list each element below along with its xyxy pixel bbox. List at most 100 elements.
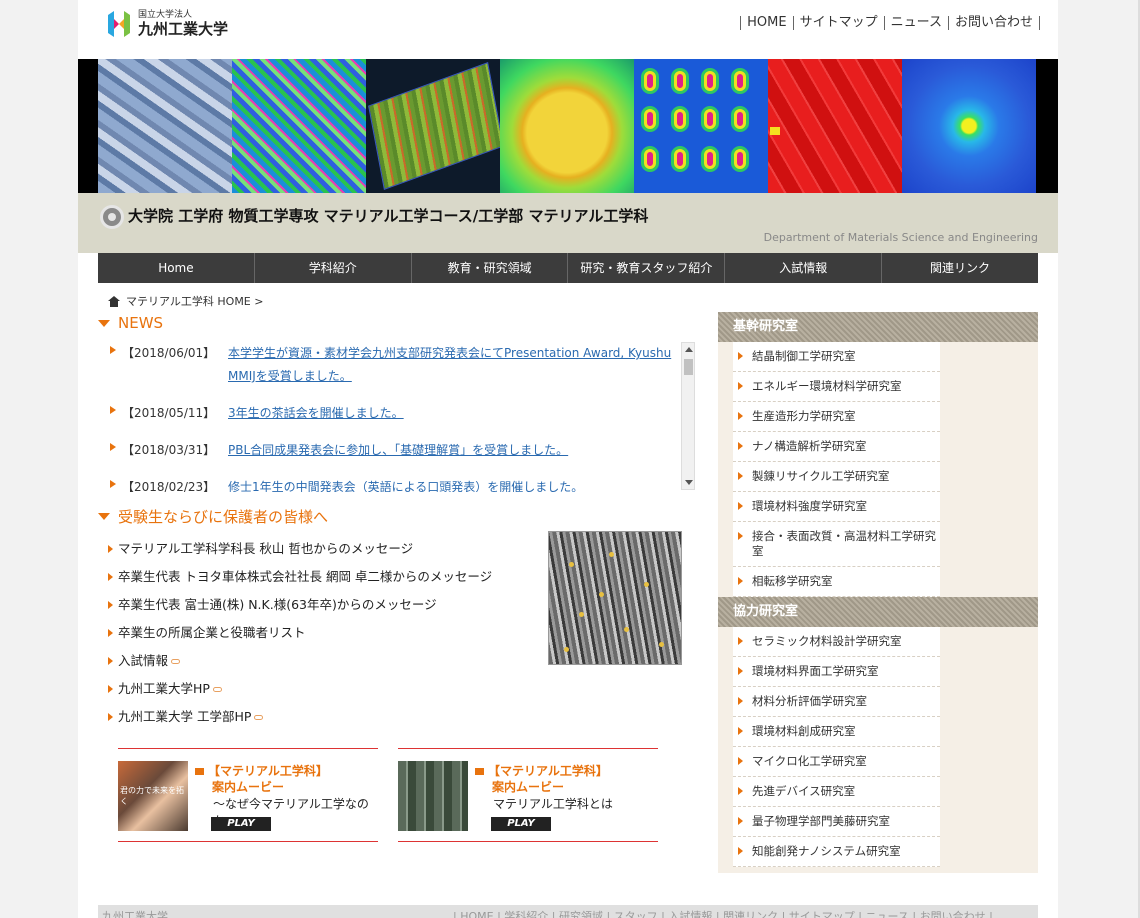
video-thumbnail[interactable] [398, 761, 468, 831]
page: 国立大学法人 九州工業大学 HOME サイトマップ ニュース お問い合わせ 大学… [78, 0, 1058, 918]
news-heading: NEWS [98, 314, 163, 332]
sidebar-lab-item[interactable]: 接合・表面改質・高温材料工学研究室 [733, 522, 940, 567]
video-title: 【マテリアル工学科】 案内ムービー [475, 763, 608, 795]
list-item-label[interactable]: 入試情報 [118, 653, 168, 668]
top-link-sitemap[interactable]: サイトマップ [792, 16, 884, 30]
bullet-arrow-icon [108, 713, 113, 721]
bullet-arrow-icon [738, 577, 743, 585]
news-item: 【2018/02/23】 修士1年生の中間発表会（英語による口頭発表）を開催しま… [108, 476, 698, 492]
video-card[interactable]: 君の力で未来を拓く 【マテリアル工学科】 案内ムービー ～なぜ今マテリアル工学な… [118, 748, 378, 842]
sidebar-lab-item[interactable]: ナノ構造解析学研究室 [733, 432, 940, 462]
bullet-arrow-icon [738, 412, 743, 420]
sidebar-heading-core: 基幹研究室 [718, 312, 1038, 342]
footer-links[interactable]: | HOME | 学科紹介 | 研究領域 | スタッフ | 入試情報 | 関連リ… [453, 908, 993, 918]
news-link[interactable]: 本学学生が資源・素材学会九州支部研究発表会にてPresentation Awar… [228, 342, 698, 388]
page-title: 大学院 工学府 物質工学専攻 マテリアル工学コース/工学部 マテリアル工学科 [128, 207, 649, 225]
banner-image-slab [366, 59, 500, 193]
triangle-down-icon [98, 513, 110, 520]
external-link-icon [171, 659, 181, 664]
list-item-label[interactable]: 卒業生代表 トヨタ車体株式会社社長 網岡 卓二様からのメッセージ [118, 569, 492, 584]
bullet-arrow-icon [738, 442, 743, 450]
external-link-icon [254, 715, 264, 720]
scroll-up-icon[interactable] [685, 347, 693, 352]
bullet-arrow-icon [108, 629, 113, 637]
banner-image-pattern [634, 59, 768, 193]
bullet-arrow-icon [110, 346, 116, 354]
list-item[interactable]: 入試情報 [108, 650, 492, 678]
nav-home[interactable]: Home [98, 253, 254, 283]
sidebar-lab-item[interactable]: 先進デバイス研究室 [733, 777, 940, 807]
banner-image-disc [500, 59, 634, 193]
news-item: 【2018/06/01】 本学学生が資源・素材学会九州支部研究発表会にてPres… [108, 342, 698, 388]
video-thumbnail[interactable]: 君の力で未来を拓く [118, 761, 188, 831]
play-button[interactable]: PLAY [491, 817, 551, 831]
list-item[interactable]: 九州工業大学 工学部HP [108, 706, 492, 734]
bullet-arrow-icon [738, 817, 743, 825]
scroll-thumb[interactable] [684, 359, 693, 375]
list-item-label[interactable]: 卒業生代表 富士通(株) N.K.様(63年卒)からのメッセージ [118, 597, 437, 612]
sidebar-lab-item[interactable]: 生産造形力学研究室 [733, 402, 940, 432]
news-link[interactable]: 修士1年生の中間発表会（英語による口頭発表）を開催しました。 [228, 476, 698, 492]
sidebar-lab-item[interactable]: 環境材料強度学研究室 [733, 492, 940, 522]
sidebar-lab-item[interactable]: 環境材料界面工学研究室 [733, 657, 940, 687]
banner-image-grains-red [768, 59, 902, 193]
top-link-news[interactable]: ニュース [883, 16, 948, 30]
video-card[interactable]: 【マテリアル工学科】 案内ムービー マテリアル工学科とは PLAY [398, 748, 658, 842]
top-link-home[interactable]: HOME [740, 16, 792, 30]
list-item[interactable]: 卒業生の所属企業と役職者リスト [108, 622, 492, 650]
list-item[interactable]: マテリアル工学科学科長 秋山 哲也からのメッセージ [108, 538, 492, 566]
sidebar-lab-item[interactable]: 量子物理学部門美藤研究室 [733, 807, 940, 837]
candidates-list: マテリアル工学科学科長 秋山 哲也からのメッセージ 卒業生代表 トヨタ車体株式会… [108, 538, 492, 734]
news-link[interactable]: 3年生の茶話会を開催しました。 [228, 402, 698, 425]
news-scrollbar[interactable] [681, 342, 695, 490]
sidebar-lab-item[interactable]: 環境材料創成研究室 [733, 717, 940, 747]
core-lab-list: 結晶制御工学研究室 エネルギー環境材料学研究室 生産造形力学研究室 ナノ構造解析… [718, 342, 1038, 597]
bullet-arrow-icon [738, 532, 743, 540]
sidebar: 基幹研究室 結晶制御工学研究室 エネルギー環境材料学研究室 生産造形力学研究室 … [718, 312, 1038, 873]
nav-education-research[interactable]: 教育・研究領域 [410, 253, 568, 283]
home-icon [108, 295, 120, 307]
list-item-label[interactable]: マテリアル工学科学科長 秋山 哲也からのメッセージ [118, 541, 413, 556]
university-logo[interactable]: 国立大学法人 九州工業大学 [108, 10, 228, 38]
breadcrumb-text[interactable]: マテリアル工学科 HOME > [126, 293, 263, 309]
nav-staff[interactable]: 研究・教育スタッフ紹介 [567, 253, 724, 283]
news-list[interactable]: 【2018/06/01】 本学学生が資源・素材学会九州支部研究発表会にてPres… [108, 342, 698, 492]
sidebar-lab-item[interactable]: 製錬リサイクル工学研究室 [733, 462, 940, 492]
nav-department[interactable]: 学科紹介 [253, 253, 411, 283]
bullet-arrow-icon [738, 382, 743, 390]
nav-admissions[interactable]: 入試情報 [724, 253, 881, 283]
sidebar-lab-item[interactable]: 知能創発ナノシステム研究室 [733, 837, 940, 867]
list-item[interactable]: 卒業生代表 富士通(株) N.K.様(63年卒)からのメッセージ [108, 594, 492, 622]
scroll-down-icon[interactable] [685, 480, 693, 485]
breadcrumb: マテリアル工学科 HOME > [108, 293, 263, 309]
main-nav: Home 学科紹介 教育・研究領域 研究・教育スタッフ紹介 入試情報 関連リンク [98, 253, 1038, 283]
news-link[interactable]: PBL合同成果発表会に参加し、「基礎理解賞」を受賞しました。 [228, 439, 698, 462]
list-item[interactable]: 九州工業大学HP [108, 678, 492, 706]
logo-mark-icon [108, 11, 130, 37]
gear-emblem-icon [100, 205, 124, 229]
top-link-contact[interactable]: お問い合わせ [947, 16, 1040, 30]
list-item-label[interactable]: 卒業生の所属企業と役職者リスト [118, 625, 306, 640]
news-item: 【2018/05/11】 3年生の茶話会を開催しました。 [108, 402, 698, 425]
banner-image-diffraction [902, 59, 1036, 193]
department-title-bar: 大学院 工学府 物質工学専攻 マテリアル工学コース/工学部 マテリアル工学科 D… [78, 193, 1058, 253]
video-subtitle: マテリアル工学科とは [493, 797, 613, 811]
nav-links[interactable]: 関連リンク [881, 253, 1038, 283]
candidates-heading-text: 受験生ならびに保護者の皆様へ [118, 508, 329, 526]
play-button[interactable]: PLAY [211, 817, 271, 831]
list-item-label[interactable]: 九州工業大学HP [118, 681, 210, 696]
sidebar-lab-item[interactable]: セラミック材料設計学研究室 [733, 627, 940, 657]
sidebar-heading-coop: 協力研究室 [718, 597, 1038, 627]
list-item[interactable]: 卒業生代表 トヨタ車体株式会社社長 網岡 卓二様からのメッセージ [108, 566, 492, 594]
thumbnail-caption: 君の力で未来を拓く [120, 786, 184, 806]
sidebar-lab-item[interactable]: 材料分析評価学研究室 [733, 687, 940, 717]
logo-line2: 九州工業大学 [138, 20, 229, 38]
sidebar-lab-item[interactable]: マイクロ化工学研究室 [733, 747, 940, 777]
sidebar-lab-item[interactable]: 相転移学研究室 [733, 567, 940, 597]
list-item-label[interactable]: 九州工業大学 工学部HP [118, 709, 251, 724]
news-heading-text: NEWS [118, 314, 164, 332]
sidebar-lab-item[interactable]: エネルギー環境材料学研究室 [733, 372, 940, 402]
video-camera-icon [475, 768, 484, 775]
sidebar-lab-item[interactable]: 結晶制御工学研究室 [733, 342, 940, 372]
bullet-arrow-icon [108, 657, 113, 665]
